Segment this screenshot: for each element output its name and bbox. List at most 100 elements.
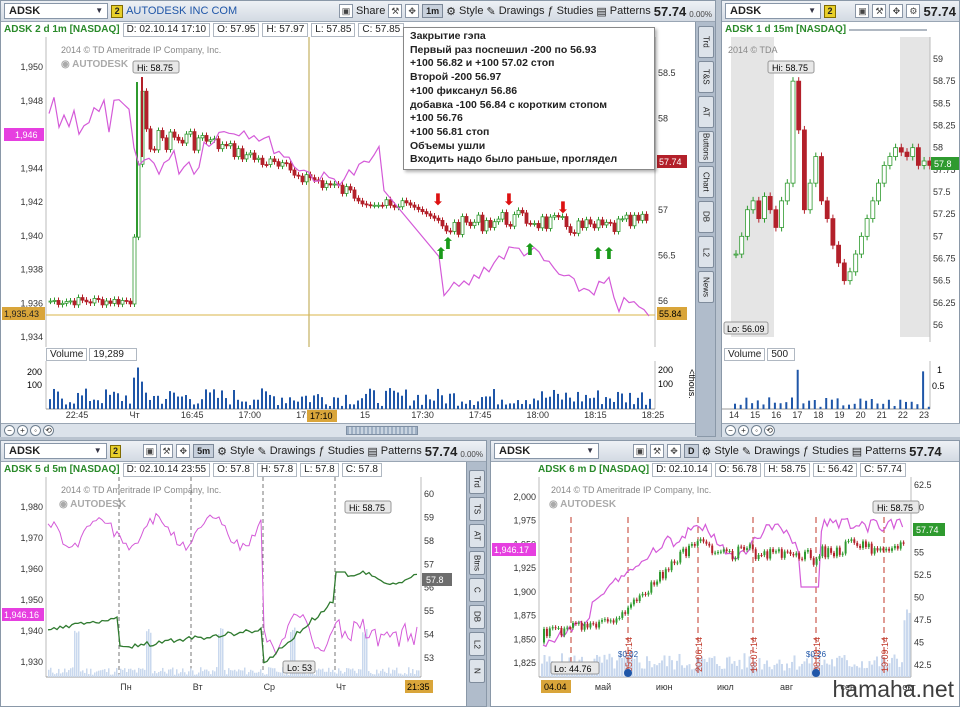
side-tab-buttons[interactable]: Buttons <box>698 131 714 163</box>
share-icon[interactable]: ▣ <box>339 4 353 18</box>
link-badge[interactable]: 2 <box>824 4 836 18</box>
last-price: 57.74 <box>909 443 942 459</box>
studies-icon[interactable]: ƒ <box>803 445 809 457</box>
style-button[interactable]: Style <box>230 445 254 457</box>
symbol-selector[interactable]: ADSK ▼ <box>4 443 107 459</box>
price-chart[interactable]: 2014 © TDA 5958.7558.558.255857.7557.557… <box>722 37 960 347</box>
style-button[interactable]: Style <box>714 445 738 457</box>
candle <box>719 551 722 553</box>
symbol-selector[interactable]: ADSK ▼ <box>725 3 821 19</box>
studies-button[interactable]: Studies <box>812 445 849 457</box>
candle <box>104 300 109 306</box>
symbol-selector[interactable]: ADSK ▼ <box>494 443 599 459</box>
reset-icon[interactable]: ⟲ <box>764 425 775 436</box>
candle <box>766 551 769 559</box>
scroll-thumb[interactable] <box>346 426 418 435</box>
drawings-icon[interactable]: ✎ <box>486 5 495 18</box>
zoom-fit-icon[interactable]: ◦ <box>751 425 762 436</box>
drawings-button[interactable]: Drawings <box>499 5 545 17</box>
studies-icon[interactable]: ƒ <box>548 5 554 17</box>
crosshair-icon[interactable]: ✥ <box>405 4 420 18</box>
side-tab-at[interactable]: AT <box>469 524 485 548</box>
volume-bar <box>891 657 893 677</box>
side-tab-ts[interactable]: T&S <box>698 61 714 93</box>
price-chart[interactable]: 2014 © TD Ameritrade IP Company, Inc. ◉ … <box>491 477 960 707</box>
side-tab-trd[interactable]: Trd <box>469 470 485 494</box>
side-tab-ts[interactable]: TS <box>469 497 485 521</box>
candle <box>659 572 661 582</box>
candle <box>120 300 125 305</box>
crosshair-icon[interactable]: ✥ <box>176 444 191 458</box>
crosshair-icon[interactable]: ✥ <box>889 4 904 18</box>
wrench-icon[interactable]: ⚒ <box>872 4 887 18</box>
wrench-icon[interactable]: ⚒ <box>159 444 174 458</box>
side-tab-l2[interactable]: L2 <box>698 236 714 268</box>
link-badge[interactable]: 2 <box>109 444 122 458</box>
style-icon[interactable]: ⚙ <box>217 445 227 458</box>
side-tab-db[interactable]: DB <box>698 201 714 233</box>
patterns-button[interactable]: Patterns <box>865 445 906 457</box>
candle <box>751 544 754 550</box>
zoom-in-icon[interactable]: + <box>738 425 749 436</box>
drawings-button[interactable]: Drawings <box>270 445 316 457</box>
volume-bar <box>150 632 152 677</box>
zoom-in-icon[interactable]: + <box>17 425 28 436</box>
volume-bar <box>238 669 240 677</box>
style-icon[interactable]: ⚙ <box>906 4 921 18</box>
zoom-out-icon[interactable]: − <box>725 425 736 436</box>
chart-toolbar: ADSK ▼ ▣ ⚒ ✥ D ⚙ Style ✎ Drawings ƒ Studies ▤ P… <box>491 441 959 462</box>
candle <box>160 130 165 139</box>
horizontal-scroll[interactable]: − + ◦ ⟲ <box>722 423 960 437</box>
drawings-button[interactable]: Drawings <box>754 445 800 457</box>
wrench-icon[interactable]: ⚒ <box>388 4 403 18</box>
side-tab-db[interactable]: DB <box>469 605 485 629</box>
crosshair-icon[interactable]: ✥ <box>667 444 681 458</box>
candle <box>902 542 905 544</box>
style-icon[interactable]: ⚙ <box>702 445 712 458</box>
candle <box>835 547 838 557</box>
patterns-icon[interactable]: ▤ <box>596 5 606 18</box>
studies-button[interactable]: Studies <box>557 5 594 17</box>
side-tab-at[interactable]: AT <box>698 96 714 128</box>
style-button[interactable]: Style <box>459 5 483 17</box>
patterns-button[interactable]: Patterns <box>610 5 651 17</box>
drawings-icon[interactable]: ✎ <box>257 445 266 458</box>
style-icon[interactable]: ⚙ <box>446 5 456 18</box>
studies-icon[interactable]: ƒ <box>319 445 325 457</box>
symbol-selector[interactable]: ADSK ▼ <box>4 3 109 19</box>
side-tab-btns[interactable]: Btns <box>469 551 485 575</box>
side-tab-n[interactable]: N <box>469 659 485 683</box>
period-selector[interactable]: 5m <box>193 444 215 458</box>
zoom-fit-icon[interactable]: ◦ <box>30 425 41 436</box>
volume-bar <box>81 395 83 409</box>
price-chart[interactable]: 2014 © TD Ameritrade IP Company, Inc. ◉ … <box>1 477 468 707</box>
period-selector[interactable]: 1m <box>422 4 444 18</box>
candle <box>612 222 617 232</box>
share-icon[interactable]: ▣ <box>855 4 870 18</box>
share-button[interactable]: Share <box>356 5 385 17</box>
zoom-out-icon[interactable]: − <box>4 425 15 436</box>
period-selector[interactable]: D <box>684 444 699 458</box>
side-tab-trd[interactable]: Trd <box>698 26 714 58</box>
share-icon[interactable]: ▣ <box>143 444 157 458</box>
link-badge[interactable]: 2 <box>111 4 124 18</box>
volume-bar <box>258 671 260 677</box>
side-tab-chart[interactable]: Chart <box>698 166 714 198</box>
horizontal-scroll[interactable]: − + ◦ ⟲ <box>1 423 697 437</box>
volume-bar <box>678 653 681 677</box>
volume-bar <box>613 668 616 677</box>
studies-button[interactable]: Studies <box>328 445 365 457</box>
volume-bar <box>97 400 99 409</box>
side-tab-l2[interactable]: L2 <box>469 632 485 656</box>
candle <box>748 544 751 549</box>
patterns-icon[interactable]: ▤ <box>367 445 377 458</box>
patterns-button[interactable]: Patterns <box>381 445 422 457</box>
wrench-icon[interactable]: ⚒ <box>650 444 664 458</box>
candle <box>910 147 916 157</box>
side-tab-c[interactable]: C <box>469 578 485 602</box>
share-icon[interactable]: ▣ <box>633 444 647 458</box>
reset-icon[interactable]: ⟲ <box>43 425 54 436</box>
drawings-icon[interactable]: ✎ <box>742 445 751 458</box>
side-tab-news[interactable]: News <box>698 271 714 303</box>
patterns-icon[interactable]: ▤ <box>852 445 862 458</box>
